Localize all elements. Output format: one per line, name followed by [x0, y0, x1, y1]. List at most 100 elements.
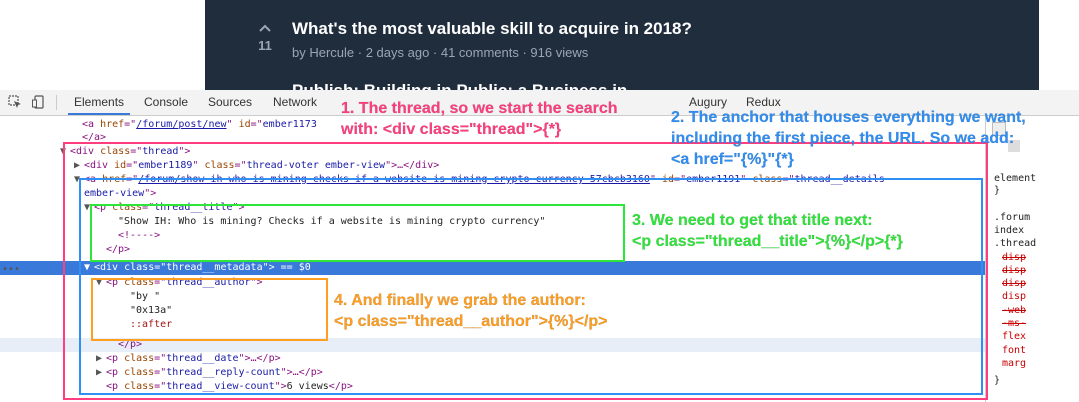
dom-tag-token: =": [234, 160, 247, 171]
dom-val-token: ember1173: [262, 119, 317, 130]
style-rule-text: disp: [1002, 252, 1027, 263]
annotation-4-line-1: 4. And finally we grab the author:: [334, 292, 586, 309]
annotation-1: 1. The thread, so we start the search wi…: [341, 98, 618, 140]
dom-tag-token: =": [154, 381, 167, 392]
dom-node[interactable]: </p>: [0, 338, 985, 352]
dom-tag-token: =": [154, 367, 167, 378]
dom-tag-token: ": [649, 174, 662, 185]
tab-sources[interactable]: Sources: [202, 90, 258, 115]
style-rule-text: element: [994, 173, 1037, 184]
annotation-3-line-1: 3. We need to get that title next:: [632, 212, 873, 229]
expand-triangle-icon[interactable]: ▶: [96, 352, 106, 366]
dom-val-token: thread__title: [154, 202, 233, 213]
dom-node[interactable]: ▼ <p class="thread__author">: [0, 276, 985, 290]
dom-node[interactable]: ▶ <p class="thread__reply-count">…</p>: [0, 366, 985, 380]
dom-href-link[interactable]: /forum/show-ih-who-is-mining-checks-if-a…: [138, 174, 650, 185]
dom-val-token: thread__reply-count: [166, 367, 281, 378]
dom-tag-token: ">: [274, 381, 287, 392]
more-options-icon[interactable]: •••: [2, 264, 20, 275]
collapse-triangle-icon[interactable]: ▼: [84, 201, 94, 215]
dom-text-token: "by ": [130, 291, 161, 302]
inspect-element-icon[interactable]: [8, 95, 22, 109]
annotation-1-line-2: with: <div class="thread">{*}: [341, 121, 562, 138]
dom-tag-token: ": [192, 160, 205, 171]
dom-text-token: == $0: [274, 262, 311, 273]
annotation-1-line-1: 1. The thread, so we start the search: [341, 100, 618, 117]
dom-attr-token: class: [124, 367, 155, 378]
device-toolbar-icon[interactable]: [32, 95, 46, 109]
dom-tag-token: =": [154, 262, 167, 273]
style-rule-text: -web: [1002, 305, 1027, 316]
style-rule-text: disp: [1002, 278, 1027, 289]
dom-tag-token: =": [250, 119, 263, 130]
dom-tag-token: <div: [70, 146, 101, 157]
dom-tag-token: <p: [106, 353, 125, 364]
dom-tag-token: ">: [178, 146, 191, 157]
collapse-triangle-icon[interactable]: ▼: [84, 261, 94, 275]
dom-node-selected[interactable]: ▼ <div class="thread__metadata"> == $0: [0, 261, 985, 275]
dom-node[interactable]: <p class="thread__view-count">6 views</p…: [0, 380, 985, 394]
annotation-3: 3. We need to get that title next: <p cl…: [632, 210, 903, 252]
dom-tag-token: </p>: [118, 339, 143, 350]
dom-attr-token: class: [124, 353, 155, 364]
style-rule-text: marg: [1002, 358, 1027, 369]
dom-attr-token: class: [204, 160, 235, 171]
next-post-title[interactable]: Publish: Building in Public: a Business …: [292, 78, 627, 90]
dom-val-token: thread: [142, 146, 179, 157]
dom-tag-token: <div: [94, 262, 125, 273]
collapse-triangle-icon[interactable]: ▼: [74, 173, 84, 187]
annotation-2: 2. The anchor that houses everything we …: [671, 107, 1026, 170]
dom-tag-token: =": [126, 174, 139, 185]
dom-tag-token: ": [740, 174, 753, 185]
dom-tag-token: </a>: [82, 132, 107, 143]
dom-tag-token: <div: [84, 160, 115, 171]
dom-node[interactable]: ember-view">: [0, 187, 985, 201]
dom-tag-token: <!---->: [118, 230, 161, 241]
tab-elements[interactable]: Elements: [68, 90, 131, 115]
style-rule-text: index: [994, 225, 1025, 236]
annotation-2-line-1: 2. The anchor that houses everything we …: [671, 109, 1026, 126]
dom-attr-token: id: [662, 174, 675, 185]
dom-attr-token: class: [124, 381, 155, 392]
dom-tag-token: =": [126, 160, 139, 171]
annotation-3-line-2: <p class="thread__title">{%}</p>{*}: [632, 233, 903, 250]
dom-pseudo-token: ::after: [130, 319, 173, 330]
dom-attr-token: href: [100, 119, 125, 130]
collapse-triangle-icon[interactable]: ▼: [60, 145, 70, 159]
annotation-4: 4. And finally we grab the author: <p cl…: [334, 290, 608, 332]
dom-tag-token: </p>: [328, 381, 353, 392]
dom-tag-token: =": [124, 119, 137, 130]
annotation-2-line-3: <a href="{%}"{*}: [671, 151, 794, 168]
dom-text-token: 6 views: [286, 381, 329, 392]
style-rule-text: .thread: [994, 238, 1037, 249]
dom-text-token: "Show IH: Who is mining? Checks if a web…: [118, 216, 546, 227]
dom-val-token: thread__view-count: [166, 381, 275, 392]
dom-node[interactable]: ▶ <p class="thread__date">…</p>: [0, 352, 985, 366]
dom-tag-token: ">: [250, 277, 263, 288]
upvote-widget[interactable]: 11: [250, 20, 280, 53]
tab-console[interactable]: Console: [138, 90, 194, 115]
dom-href-link[interactable]: /forum/post/new: [136, 119, 226, 130]
dom-attr-token: class: [752, 174, 783, 185]
collapse-triangle-icon[interactable]: ▼: [96, 276, 106, 290]
annotation-2-line-2: including the first piece, the URL. So w…: [671, 130, 1015, 147]
dom-node[interactable]: ▼ <a href="/forum/show-ih-who-is-mining-c…: [0, 173, 985, 187]
dom-tag-token: =": [674, 174, 687, 185]
dom-tag-token: ": [226, 119, 239, 130]
dom-attr-token: class: [112, 202, 143, 213]
dom-tag-token: <a: [84, 174, 103, 185]
upvote-arrow-icon[interactable]: [250, 20, 280, 34]
dom-text-token: "0x13a": [130, 305, 173, 316]
dom-tag-token: <p: [94, 202, 113, 213]
dom-tag-token: =": [782, 174, 795, 185]
tab-network[interactable]: Network: [267, 90, 323, 115]
dom-tag-token: =": [142, 202, 155, 213]
post-title-link[interactable]: What's the most valuable skill to acquir…: [292, 19, 692, 39]
expand-triangle-icon[interactable]: ▶: [96, 366, 106, 380]
dom-val-token: ember1189: [138, 160, 193, 171]
expand-triangle-icon[interactable]: ▶: [74, 159, 84, 173]
page-preview: 11 What's the most valuable skill to acq…: [0, 0, 1079, 90]
dom-val-token: ember-view: [84, 188, 145, 199]
dom-tag-token: <p: [106, 381, 125, 392]
style-rule-text: .forum: [994, 212, 1031, 223]
